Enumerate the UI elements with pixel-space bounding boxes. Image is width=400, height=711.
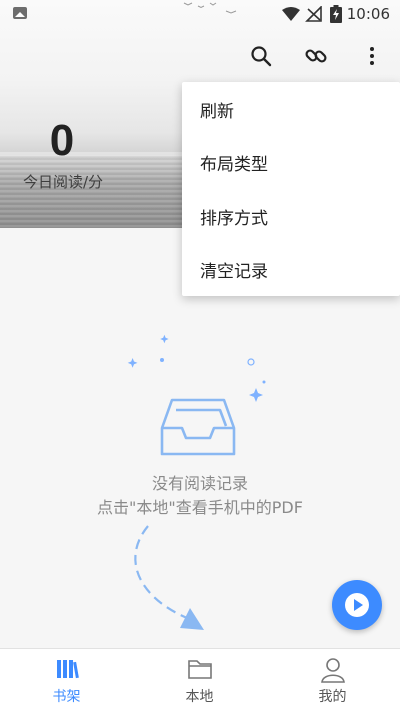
nav-item-local[interactable]: 本地 bbox=[133, 649, 266, 711]
sparkle-decorations bbox=[127, 334, 266, 402]
play-fab-button[interactable] bbox=[332, 580, 382, 630]
play-icon bbox=[345, 593, 369, 617]
menu-item-clear-records[interactable]: 清空记录 bbox=[182, 242, 400, 296]
more-vert-icon bbox=[370, 47, 374, 65]
empty-hint: 点击"本地"查看手机中的PDF bbox=[97, 498, 303, 517]
image-icon bbox=[13, 7, 27, 19]
reading-count: 0 bbox=[49, 116, 75, 165]
no-signal-icon bbox=[305, 6, 322, 22]
inbox-icon bbox=[160, 398, 236, 456]
empty-title: 没有阅读记录 bbox=[151, 474, 248, 493]
nav-item-bookshelf[interactable]: 书架 bbox=[0, 649, 133, 711]
status-time: 10:06 bbox=[346, 5, 390, 23]
menu-item-sort-order[interactable]: 排序方式 bbox=[182, 189, 400, 243]
search-button[interactable] bbox=[247, 42, 275, 70]
person-icon bbox=[320, 658, 345, 683]
menu-item-refresh[interactable]: 刷新 bbox=[182, 82, 400, 136]
more-button[interactable] bbox=[358, 42, 386, 70]
status-bar: 10:06 bbox=[0, 0, 400, 28]
search-icon bbox=[251, 46, 272, 67]
bottom-nav: 书架 本地 我的 bbox=[0, 648, 400, 711]
wifi-icon bbox=[282, 7, 300, 21]
app-screen: 10:06 0 今日阅读/分 没有阅读记录 点击"本地"查看手机中的PDF 书架… bbox=[0, 0, 400, 711]
reading-count-label: 今日阅读/分 bbox=[23, 173, 104, 191]
link-icon bbox=[305, 49, 327, 63]
nav-item-profile[interactable]: 我的 bbox=[266, 649, 399, 711]
menu-item-layout-type[interactable]: 布局类型 bbox=[182, 135, 400, 189]
battery-charging-icon bbox=[330, 5, 342, 23]
nav-label-local: 本地 bbox=[185, 689, 214, 705]
nav-label-bookshelf: 书架 bbox=[52, 689, 81, 705]
nav-label-profile: 我的 bbox=[318, 689, 347, 705]
dashed-arrow-path bbox=[134, 525, 193, 622]
overflow-menu: 刷新 布局类型 排序方式 清空记录 bbox=[182, 82, 400, 296]
folder-icon bbox=[187, 660, 212, 679]
arrow-head-icon bbox=[180, 608, 204, 630]
bookshelf-icon bbox=[56, 660, 79, 679]
link-button[interactable] bbox=[302, 42, 330, 70]
